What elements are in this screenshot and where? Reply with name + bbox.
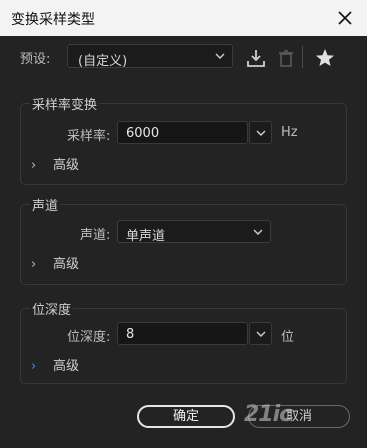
chevron-down-icon bbox=[256, 130, 266, 136]
bitdepth-group-title: 位深度 bbox=[30, 299, 74, 318]
preset-dropdown[interactable]: (自定义) bbox=[67, 44, 233, 69]
chevron-down-icon bbox=[215, 53, 225, 59]
samplerate-input[interactable]: 6000 bbox=[117, 121, 248, 144]
channel-group bbox=[20, 204, 347, 285]
samplerate-unit: Hz bbox=[281, 125, 298, 140]
watermark: 21ic bbox=[244, 402, 292, 427]
samplerate-value: 6000 bbox=[126, 126, 160, 141]
chevron-right-icon: › bbox=[31, 158, 37, 173]
preset-value: (自定义) bbox=[78, 54, 128, 69]
preset-label: 预设: bbox=[20, 52, 51, 67]
bitdepth-dropdown-button[interactable] bbox=[249, 322, 272, 345]
channel-value: 单声道 bbox=[126, 229, 166, 244]
chevron-down-icon bbox=[253, 229, 263, 235]
preset-row: 预设: (自定义) bbox=[0, 41, 367, 73]
window-title: 变换采样类型 bbox=[11, 12, 95, 28]
chevron-right-icon: › bbox=[31, 257, 37, 272]
channel-advanced-toggle[interactable]: › 高级 bbox=[31, 253, 79, 272]
bitdepth-unit: 位 bbox=[281, 330, 295, 345]
channel-advanced-label: 高级 bbox=[53, 257, 80, 272]
trash-icon[interactable] bbox=[275, 47, 297, 69]
title-bar: 变换采样类型 bbox=[0, 0, 367, 36]
samplerate-advanced-label: 高级 bbox=[53, 158, 80, 173]
bitdepth-input[interactable]: 8 bbox=[117, 322, 248, 345]
bitdepth-value: 8 bbox=[126, 327, 135, 342]
toolbar-separator bbox=[302, 46, 303, 68]
save-preset-icon[interactable] bbox=[245, 47, 267, 69]
channel-dropdown[interactable]: 单声道 bbox=[117, 220, 271, 244]
close-icon[interactable] bbox=[333, 6, 357, 30]
samplerate-label: 采样率: bbox=[67, 129, 111, 144]
chevron-right-icon: › bbox=[31, 359, 37, 374]
bitdepth-advanced-toggle[interactable]: › 高级 bbox=[31, 355, 79, 374]
star-icon[interactable] bbox=[314, 47, 336, 69]
bitdepth-advanced-label: 高级 bbox=[53, 359, 80, 374]
samplerate-dropdown-button[interactable] bbox=[249, 121, 272, 144]
channel-group-title: 声道 bbox=[30, 195, 61, 214]
ok-button[interactable]: 确定 bbox=[137, 405, 235, 428]
samplerate-group-title: 采样率变换 bbox=[30, 94, 100, 113]
bitdepth-label: 位深度: bbox=[67, 330, 111, 345]
samplerate-advanced-toggle[interactable]: › 高级 bbox=[31, 154, 79, 173]
chevron-down-icon bbox=[256, 331, 266, 337]
channel-label: 声道: bbox=[80, 228, 111, 243]
